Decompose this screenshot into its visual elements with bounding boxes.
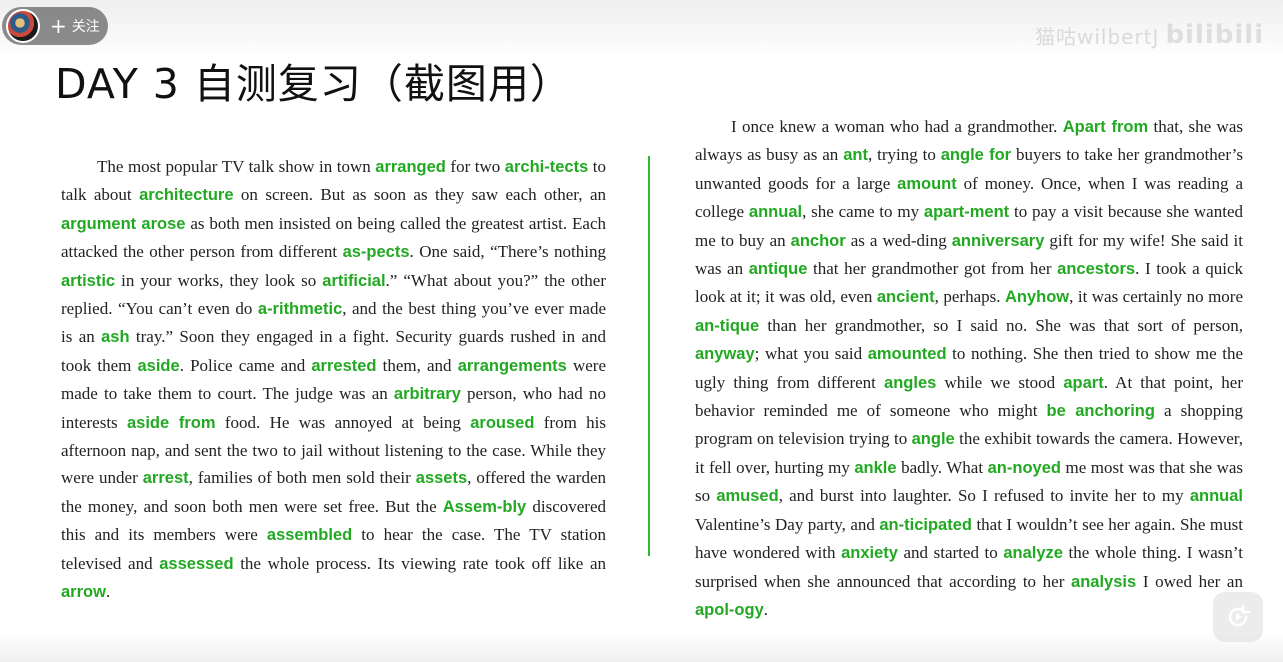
passage-text: . One said, “There’s nothing	[409, 242, 606, 262]
passage-text: , families of both men sold their	[188, 468, 416, 488]
watermark: 猫咕wilbertJ bilibili	[1035, 20, 1280, 50]
vocab-word: amount	[897, 174, 957, 193]
passage-text: ; what you said	[754, 344, 868, 364]
vocab-word: angle for	[940, 146, 1012, 165]
follow-button[interactable]: + 关注	[50, 16, 100, 36]
follow-pill[interactable]: + 关注	[2, 7, 108, 45]
vocab-word: artificial	[322, 271, 386, 290]
passage-text: , and burst into laughter. So I refused …	[778, 486, 1190, 506]
passage-text: , she came to my	[802, 202, 924, 222]
vocab-word: aside	[137, 356, 180, 375]
passage-text: I owed her an	[1136, 571, 1243, 591]
vocab-word: anyway	[695, 345, 755, 364]
vocab-word: be anchoring	[1046, 402, 1155, 421]
replay-icon	[1228, 604, 1251, 627]
passage-text: .	[763, 599, 768, 619]
vocab-word: Anyhow	[1004, 288, 1070, 307]
vocab-word: anniversary	[951, 231, 1045, 250]
passage-text: badly. What	[896, 457, 988, 477]
vocab-word: arranged	[375, 158, 446, 176]
passage-text: , trying to	[867, 145, 941, 165]
passage-text: Valentine’s Day party, and	[695, 514, 880, 534]
vocab-word: amused	[716, 487, 779, 506]
vocab-word: annual	[1189, 487, 1243, 506]
passage-text: them, and	[376, 355, 458, 375]
vocab-word: arrow	[61, 583, 106, 602]
left-passage-column: The most popular TV talk show in town ar…	[61, 153, 606, 607]
passage-text: .	[105, 582, 111, 602]
vocab-word: angles	[884, 373, 937, 392]
vocab-word: Apart from	[1062, 118, 1149, 136]
vocab-word: argument arose	[61, 214, 186, 233]
vocab-word: aroused	[470, 413, 535, 432]
vocab-word: apart	[1063, 373, 1104, 392]
follow-label: 关注	[71, 19, 100, 35]
right-passage-column: I once knew a woman who had a grandmothe…	[695, 113, 1243, 624]
vocab-word: an-ticipated	[879, 515, 972, 534]
passage-text: . Police came and	[179, 355, 312, 375]
vocab-word: as-pects	[342, 243, 410, 262]
replay-button[interactable]	[1213, 592, 1263, 642]
passage-text: that her grandmother got from her	[807, 259, 1058, 279]
passage-text: I once knew a woman who had a grandmothe…	[731, 117, 1063, 136]
vocab-word: Assem-bly	[442, 497, 527, 516]
column-divider	[648, 156, 650, 556]
vocab-word: antique	[748, 260, 808, 279]
vocab-word: anchor	[790, 231, 846, 250]
passage-text: while we stood	[936, 372, 1064, 392]
uploader-avatar[interactable]	[6, 9, 40, 43]
passage-text: as a wed-ding	[845, 230, 952, 250]
vocab-word: annual	[748, 203, 803, 222]
vocab-word: assembled	[266, 526, 353, 545]
vocab-word: assessed	[159, 554, 234, 573]
vocab-word: angle	[911, 430, 955, 449]
vocab-word: arbitrary	[393, 385, 461, 404]
passage-text: in your works, they look so	[115, 270, 323, 290]
passage-text: for two	[445, 157, 505, 176]
vocab-word: ancient	[876, 288, 935, 307]
right-passage: I once knew a woman who had a grandmothe…	[695, 113, 1243, 624]
vocab-word: architecture	[139, 186, 234, 205]
passage-text: the whole process. Its viewing rate took…	[233, 553, 606, 573]
passage-text: than her grandmother, so I said no. She …	[759, 315, 1243, 335]
passage-text: food. He was annoyed at being	[215, 412, 471, 432]
left-passage: The most popular TV talk show in town ar…	[61, 153, 606, 607]
bilibili-logo-icon: bilibili	[1165, 20, 1265, 50]
vocab-word: archi-tects	[504, 158, 589, 176]
vocab-word: apart-ment	[923, 203, 1010, 222]
vocab-word: anxiety	[841, 544, 898, 563]
vocab-word: analyze	[1003, 544, 1063, 563]
vocab-word: ash	[101, 328, 130, 347]
plus-icon: +	[50, 14, 67, 38]
vocab-word: analysis	[1071, 572, 1137, 591]
watermark-text: 猫咕wilbertJ	[1035, 24, 1160, 49]
vocab-word: arrangements	[457, 356, 567, 375]
page-title: DAY 3 自测复习（截图用）	[55, 60, 572, 108]
vocab-word: aside from	[127, 413, 216, 432]
vocab-word: ancestors	[1057, 260, 1136, 279]
vocab-word: an-noyed	[987, 458, 1061, 477]
vocab-word: arrest	[142, 469, 189, 488]
passage-text: , perhaps.	[934, 287, 1005, 307]
passage-text: , it was certainly no more	[1069, 287, 1244, 307]
vocab-word: ant	[843, 146, 868, 165]
passage-text: on screen. But as soon as they saw each …	[233, 185, 606, 205]
vocab-word: a-rithmetic	[257, 300, 343, 319]
vocab-word: ankle	[854, 458, 897, 477]
passage-text: The most popular TV talk show in town	[97, 157, 376, 176]
vocab-word: apol-ogy	[695, 600, 764, 619]
passage-text: and started to	[897, 543, 1004, 563]
vocab-word: arrested	[311, 356, 377, 375]
vocab-word: amounted	[867, 345, 947, 364]
vocab-word: assets	[415, 469, 468, 488]
vocab-word: an-tique	[695, 316, 760, 335]
vocab-word: artistic	[61, 271, 116, 290]
bottom-overlay	[0, 632, 1283, 662]
